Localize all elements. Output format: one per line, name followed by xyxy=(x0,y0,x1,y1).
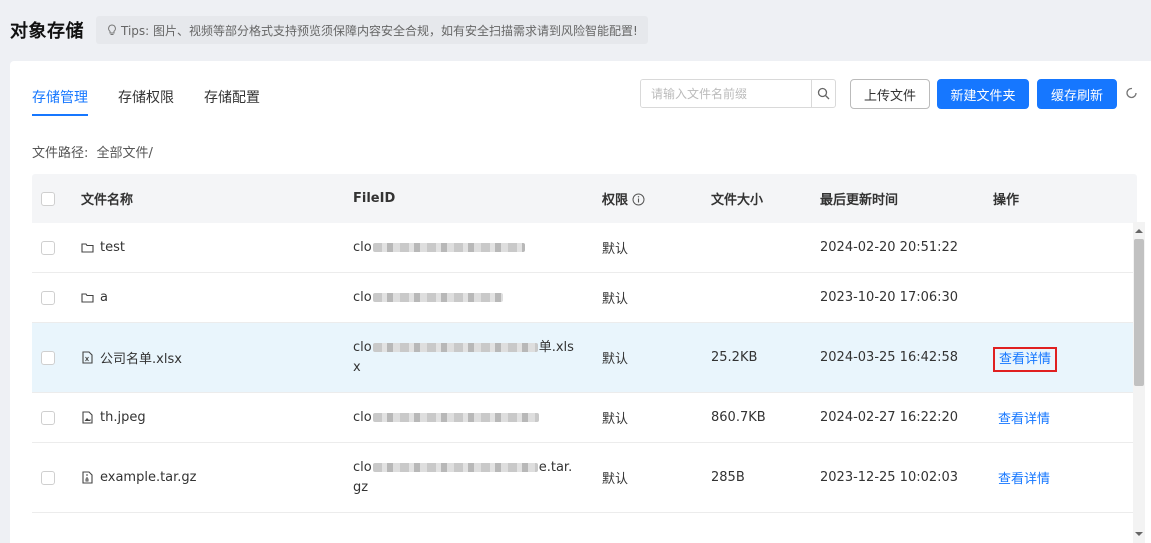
row-checkbox[interactable] xyxy=(41,410,55,425)
row-checkbox[interactable] xyxy=(41,240,55,255)
tab-storage-permissions[interactable]: 存储权限 xyxy=(118,87,174,116)
excel-file-icon xyxy=(82,351,93,364)
row-checkbox[interactable] xyxy=(41,470,55,485)
header-last-updated: 最后更新时间 xyxy=(820,193,899,208)
scroll-down-arrow-icon[interactable] xyxy=(1135,531,1143,537)
row-checkbox[interactable] xyxy=(41,290,55,305)
upload-file-button[interactable]: 上传文件 xyxy=(850,79,930,109)
updated-time: 2024-02-27 16:22:20 xyxy=(820,410,959,425)
search-input[interactable] xyxy=(641,80,811,107)
view-details-link[interactable]: 查看详情 xyxy=(993,470,1055,489)
file-name[interactable]: example.tar.gz xyxy=(100,470,197,485)
loading-spinner-icon xyxy=(1126,87,1137,99)
search-box xyxy=(640,79,836,108)
fileid-text-suffix: 单.xls xyxy=(538,339,574,355)
fileid-text: clo xyxy=(353,459,372,475)
row-checkbox[interactable] xyxy=(41,350,55,365)
folder-icon xyxy=(81,293,94,303)
file-name[interactable]: th.jpeg xyxy=(100,410,146,425)
updated-time: 2023-12-25 10:02:03 xyxy=(820,470,959,485)
lightbulb-icon xyxy=(108,24,116,35)
redacted-fileid xyxy=(372,463,538,472)
updated-time: 2024-02-20 20:51:22 xyxy=(820,240,959,255)
fileid-text: clo xyxy=(353,289,372,305)
file-name[interactable]: test xyxy=(100,240,125,255)
redacted-fileid xyxy=(372,413,539,422)
page-title: 对象存储 xyxy=(10,21,84,42)
header-file-name: 文件名称 xyxy=(81,193,134,208)
archive-file-icon xyxy=(82,471,93,484)
redacted-fileid xyxy=(372,243,525,252)
tab-storage-config[interactable]: 存储配置 xyxy=(204,87,260,116)
table-row[interactable]: th.jpeg clo 默认 860.7KB 2024-02-27 16:22:… xyxy=(32,393,1137,443)
page-header: 对象存储 Tips: 图片、视频等部分格式支持预览须保障内容安全合规，如有安全扫… xyxy=(0,0,1151,60)
permission-value: 默认 xyxy=(602,472,629,487)
file-size: 860.7KB xyxy=(711,410,766,425)
permission-value: 默认 xyxy=(602,352,629,367)
table-row[interactable]: test clo 默认 2024-02-20 20:51:22 xyxy=(32,223,1137,273)
search-icon xyxy=(817,87,830,100)
select-all-checkbox[interactable] xyxy=(41,191,55,206)
tips-text: Tips: 图片、视频等部分格式支持预览须保障内容安全合规，如有安全扫描需求请到… xyxy=(121,23,638,38)
scroll-up-arrow-icon[interactable] xyxy=(1135,228,1143,234)
view-details-link[interactable]: 查看详情 xyxy=(993,347,1058,372)
fileid-text-wrap: gz xyxy=(353,479,369,495)
table-row-selected[interactable]: 公司名单.xlsx clo 单.xls x 默认 25.2KB 2024-03-2… xyxy=(32,323,1137,393)
file-name[interactable]: a xyxy=(100,290,108,305)
fileid-text-suffix: e.tar. xyxy=(538,459,573,475)
tab-bar: 存储管理 存储权限 存储配置 xyxy=(32,87,290,116)
file-name[interactable]: 公司名单.xlsx xyxy=(100,348,182,367)
view-details-link[interactable]: 查看详情 xyxy=(993,410,1055,429)
header-file-size: 文件大小 xyxy=(711,193,764,208)
table-row[interactable]: a clo 默认 2023-10-20 17:06:30 xyxy=(32,273,1137,323)
new-folder-button[interactable]: 新建文件夹 xyxy=(937,79,1029,109)
file-path-breadcrumb: 文件路径: 全部文件/ xyxy=(32,142,153,161)
folder-icon xyxy=(81,243,94,253)
file-table: 文件名称 FileID 权限 文件大小 最后更新时间 操作 test clo 默… xyxy=(32,174,1137,513)
info-icon[interactable] xyxy=(632,193,645,206)
updated-time: 2023-10-20 17:06:30 xyxy=(820,290,959,305)
tips-banner: Tips: 图片、视频等部分格式支持预览须保障内容安全合规，如有安全扫描需求请到… xyxy=(96,16,648,44)
tab-storage-management[interactable]: 存储管理 xyxy=(32,87,88,116)
search-button[interactable] xyxy=(811,80,835,107)
permission-value: 默认 xyxy=(602,412,629,427)
fileid-text: clo xyxy=(353,409,372,425)
permission-value: 默认 xyxy=(602,242,629,257)
redacted-fileid xyxy=(372,293,503,302)
table-scrollbar[interactable] xyxy=(1133,222,1145,543)
file-path-label: 文件路径: xyxy=(32,146,89,161)
header-fileid: FileID xyxy=(353,190,396,206)
fileid-text-wrap: x xyxy=(353,359,361,375)
file-size: 285B xyxy=(711,470,745,485)
table-header: 文件名称 FileID 权限 文件大小 最后更新时间 操作 xyxy=(32,174,1137,223)
table-row[interactable]: example.tar.gz clo e.tar. gz 默认 285B 2023… xyxy=(32,443,1137,513)
file-size: 25.2KB xyxy=(711,350,758,365)
fileid-text: clo xyxy=(353,239,372,255)
cache-refresh-button[interactable]: 缓存刷新 xyxy=(1037,79,1117,109)
image-file-icon xyxy=(82,411,93,424)
updated-time: 2024-03-25 16:42:58 xyxy=(820,350,959,365)
file-path-value[interactable]: 全部文件/ xyxy=(97,146,153,161)
permission-value: 默认 xyxy=(602,292,629,307)
header-permission: 权限 xyxy=(602,189,711,208)
header-actions: 操作 xyxy=(993,193,1020,208)
fileid-text: clo xyxy=(353,339,372,355)
redacted-fileid xyxy=(372,343,538,352)
storage-panel: 存储管理 存储权限 存储配置 上传文件 新建文件夹 缓存刷新 文件路径: 全部文… xyxy=(10,61,1151,543)
scrollbar-thumb[interactable] xyxy=(1134,239,1144,386)
